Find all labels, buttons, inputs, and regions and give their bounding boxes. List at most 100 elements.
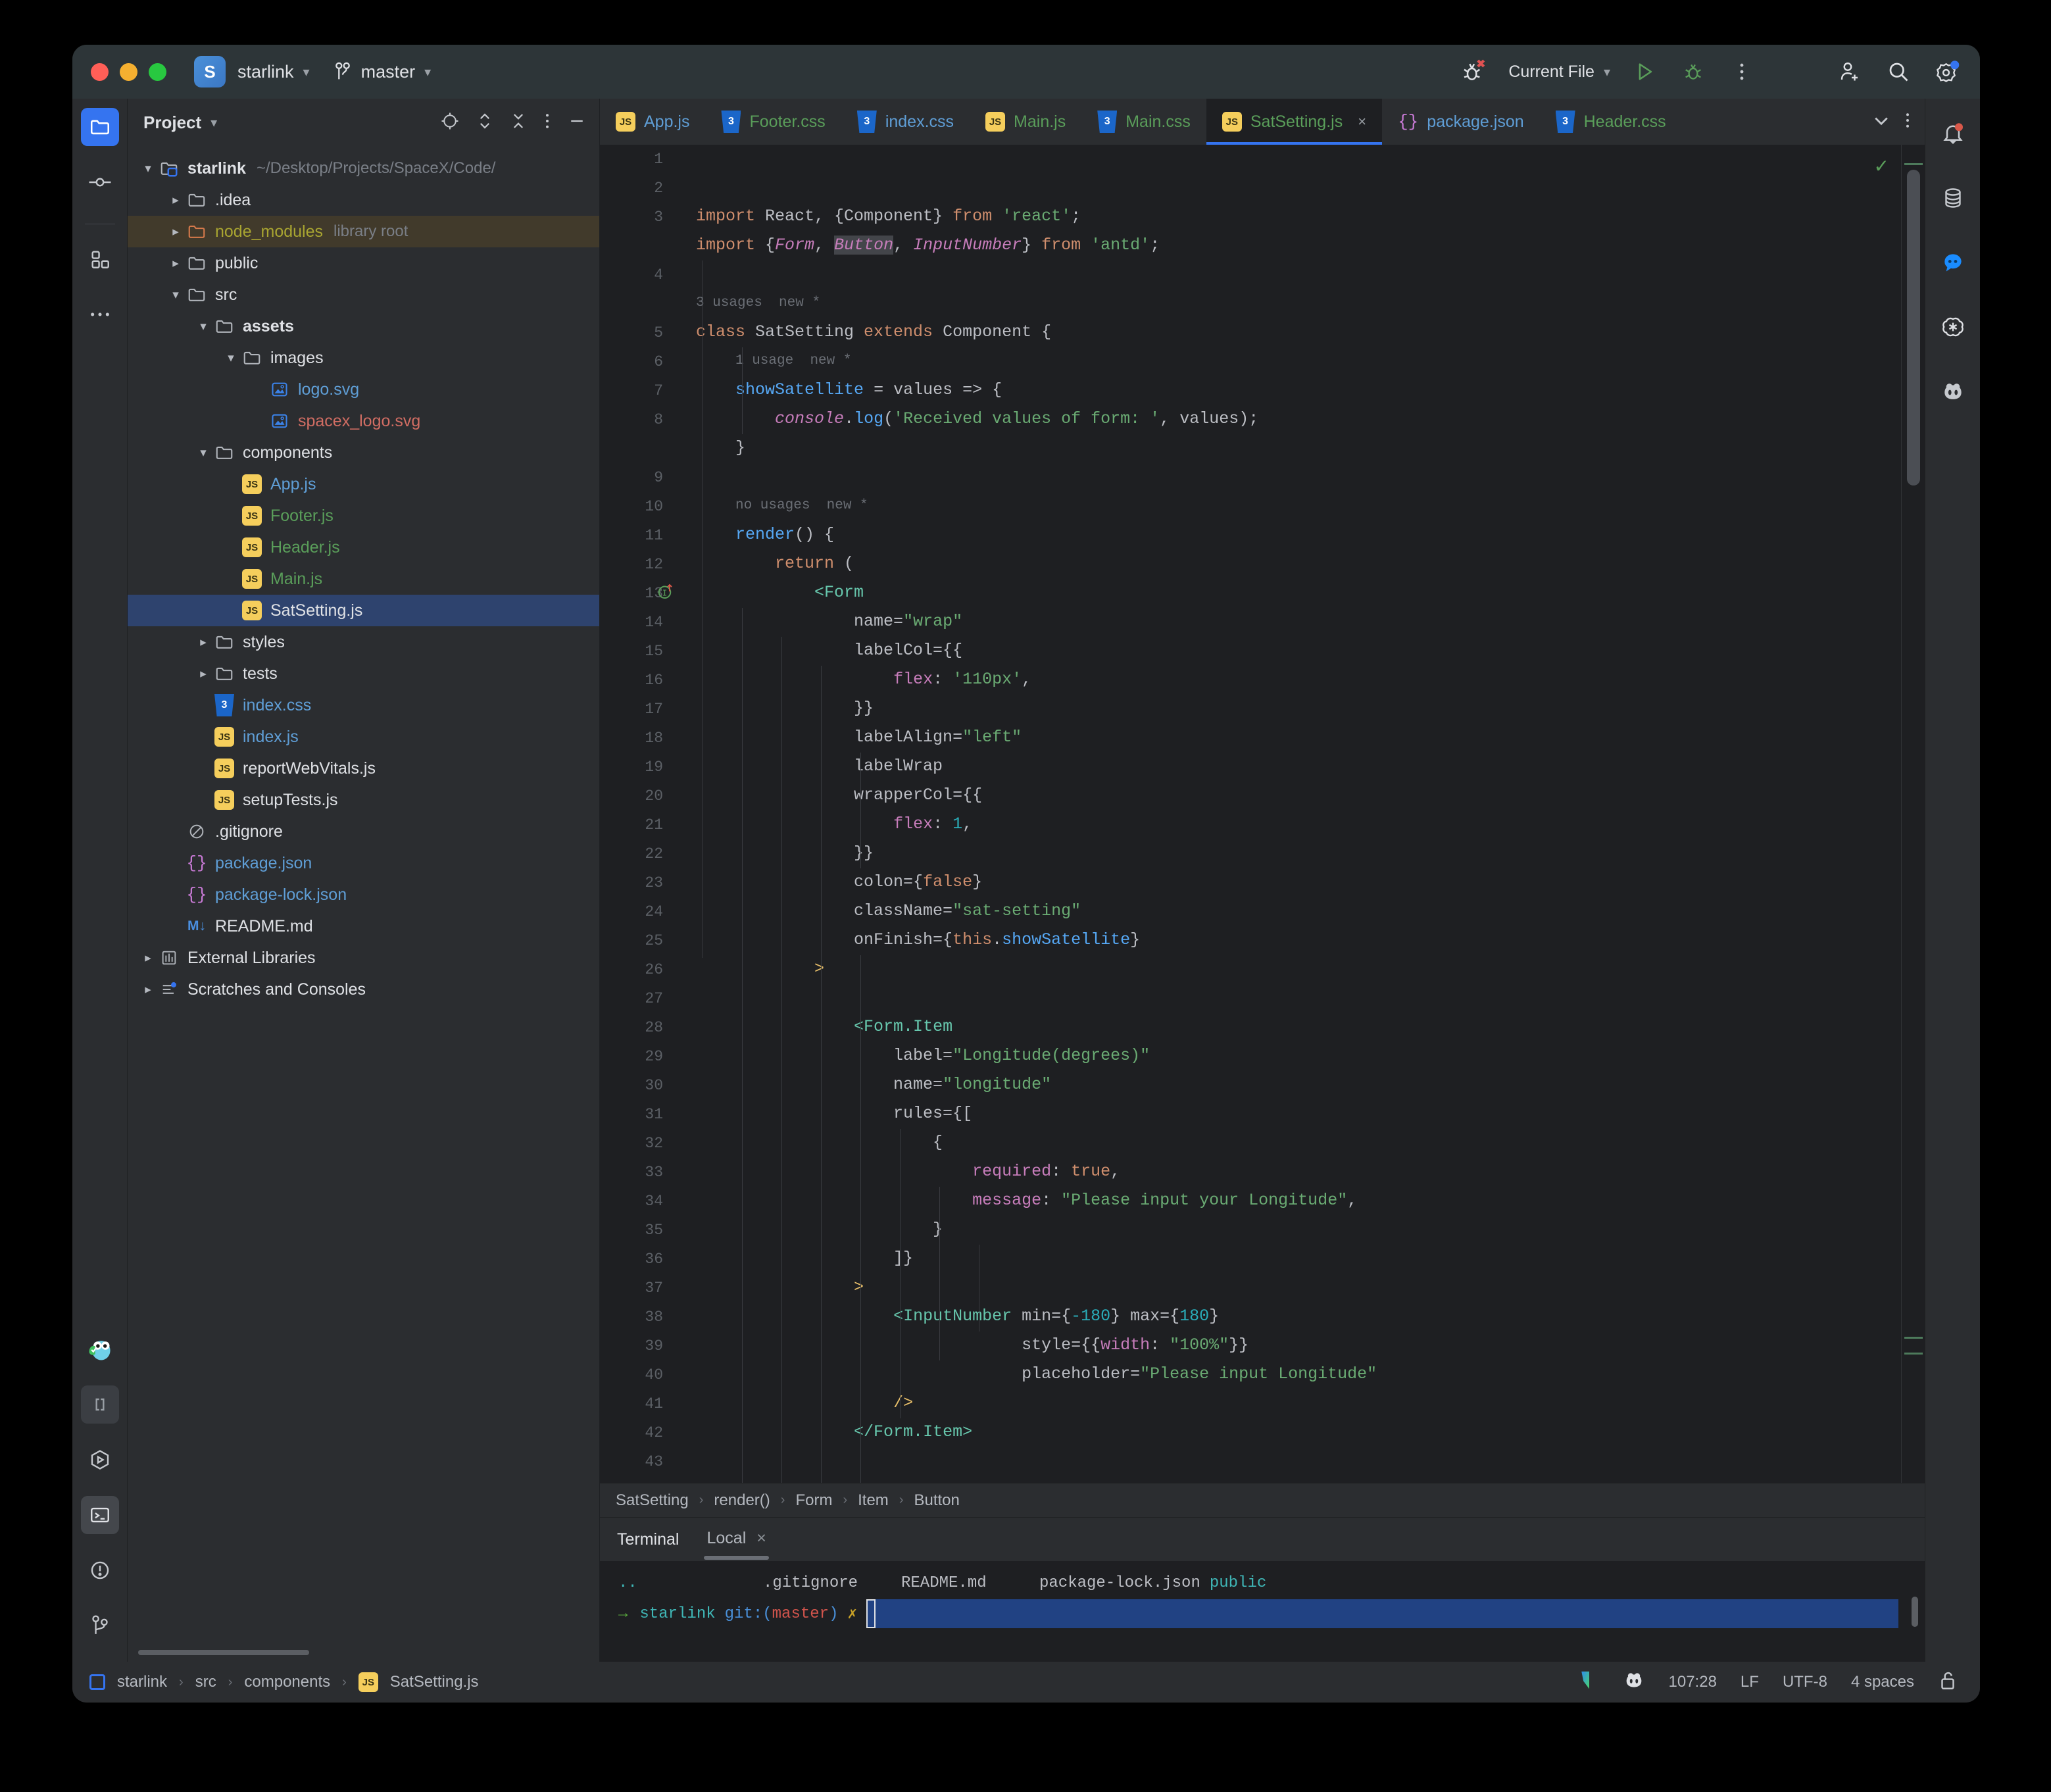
code-line[interactable]: } xyxy=(696,1215,1901,1244)
code-line[interactable]: <Form.Item xyxy=(696,1476,1901,1483)
more-vertical-icon[interactable] xyxy=(1905,111,1910,134)
tree-item-external-libraries[interactable]: ▸External Libraries xyxy=(128,942,599,974)
chevron-down-icon[interactable]: ▾ xyxy=(195,445,212,460)
tab-main-css[interactable]: 3Main.css xyxy=(1081,99,1206,145)
code-line[interactable]: /> xyxy=(696,1389,1901,1418)
code-line[interactable]: colon={false} xyxy=(696,868,1901,897)
code-line[interactable]: <InputNumber min={-180} max={180} xyxy=(696,1302,1901,1331)
code-content[interactable]: import React, {Component} from 'react';i… xyxy=(674,145,1901,1483)
code-line[interactable]: <Form xyxy=(696,578,1901,607)
lock-open-icon[interactable] xyxy=(1938,1669,1958,1696)
database-icon[interactable] xyxy=(1934,179,1972,217)
code-line[interactable] xyxy=(696,462,1901,491)
code-line[interactable]: } xyxy=(696,434,1901,462)
code-line[interactable]: import {Form, Button, InputNumber} from … xyxy=(696,231,1901,260)
tree-item-readme-md[interactable]: M↓README.md xyxy=(128,910,599,942)
code-line[interactable]: > xyxy=(696,1273,1901,1302)
more-vertical-icon[interactable] xyxy=(1727,57,1756,86)
breadcrumb-item[interactable]: Form xyxy=(795,1491,832,1510)
code-line[interactable]: { xyxy=(696,1128,1901,1157)
chevron-down-icon[interactable]: ▾ xyxy=(222,351,239,366)
vim-icon[interactable] xyxy=(1579,1670,1599,1695)
code-line[interactable]: flex: '110px', xyxy=(696,665,1901,694)
breadcrumb-item[interactable]: Button xyxy=(914,1491,959,1510)
breadcrumb-item[interactable]: SatSetting xyxy=(616,1491,689,1510)
minimize-window-button[interactable] xyxy=(120,63,137,81)
sidebar-item-more[interactable] xyxy=(81,295,119,334)
code-line[interactable] xyxy=(696,1447,1901,1476)
code-line[interactable]: showSatellite = values => { xyxy=(696,376,1901,405)
code-line[interactable]: import React, {Component} from 'react'; xyxy=(696,202,1901,231)
chevron-right-icon[interactable]: ▸ xyxy=(167,224,184,239)
code-vision-hint[interactable]: 1 usage new * xyxy=(696,347,1901,376)
tab-index-css[interactable]: 3index.css xyxy=(841,99,970,145)
sidebar-item-services[interactable] xyxy=(81,1441,119,1479)
caret-position[interactable]: 107:28 xyxy=(1669,1673,1717,1691)
project-tree[interactable]: ▾starlink~/Desktop/Projects/SpaceX/Code/… xyxy=(128,146,599,1650)
tab-main-js[interactable]: JSMain.js xyxy=(970,99,1081,145)
tree-item-main-js[interactable]: JSMain.js xyxy=(128,563,599,595)
tree-item-scratches-and-consoles[interactable]: ▸Scratches and Consoles xyxy=(128,974,599,1005)
line-separator[interactable]: LF xyxy=(1741,1673,1759,1691)
code-line[interactable] xyxy=(696,260,1901,289)
code-line[interactable]: name="wrap" xyxy=(696,607,1901,636)
editor-tab-bar[interactable]: JSApp.js3Footer.css3index.cssJSMain.js3M… xyxy=(600,99,1925,145)
openai-icon[interactable] xyxy=(1934,308,1972,346)
code-line[interactable]: flex: 1, xyxy=(696,810,1901,839)
branch-selector[interactable]: master ▾ xyxy=(334,61,432,82)
chevron-down-icon[interactable] xyxy=(1872,111,1890,133)
code-line[interactable]: label="Longitude(degrees)" xyxy=(696,1041,1901,1070)
tree-item-tests[interactable]: ▸tests xyxy=(128,658,599,689)
tree-item-components[interactable]: ▾components xyxy=(128,437,599,468)
status-breadcrumb-1[interactable]: src xyxy=(195,1673,216,1691)
file-encoding[interactable]: UTF-8 xyxy=(1783,1673,1827,1691)
breadcrumb-item[interactable]: Item xyxy=(858,1491,889,1510)
terminal-tab-local[interactable]: Local × xyxy=(706,1529,766,1551)
chevron-down-icon[interactable]: ▾ xyxy=(139,161,157,176)
chevron-right-icon[interactable]: ▸ xyxy=(139,982,157,997)
sidebar-item-go-plugin[interactable] xyxy=(81,1330,119,1368)
tab-satsetting-js[interactable]: JSSatSetting.js× xyxy=(1206,99,1382,145)
code-line[interactable]: placeholder="Please input Longitude" xyxy=(696,1360,1901,1389)
sidebar-item-terminal[interactable] xyxy=(81,1496,119,1534)
code-line[interactable]: message: "Please input your Longitude", xyxy=(696,1186,1901,1215)
tree-item-footer-js[interactable]: JSFooter.js xyxy=(128,500,599,532)
project-panel-scrollbar[interactable] xyxy=(128,1650,599,1662)
run-method-gutter-icon[interactable]: I xyxy=(656,582,674,599)
code-line[interactable]: }} xyxy=(696,839,1901,868)
breadcrumb-item[interactable]: render() xyxy=(714,1491,770,1510)
notifications-bell-icon[interactable] xyxy=(1934,114,1972,153)
chevron-right-icon[interactable]: ▸ xyxy=(167,193,184,208)
code-line[interactable]: console.log('Received values of form: ',… xyxy=(696,405,1901,434)
chevron-right-icon[interactable]: ▸ xyxy=(167,256,184,271)
tab-header-css[interactable]: 3Header.css xyxy=(1540,99,1682,145)
collapse-all-icon[interactable] xyxy=(510,111,527,134)
code-line[interactable]: }} xyxy=(696,694,1901,723)
status-breadcrumb-3[interactable]: SatSetting.js xyxy=(390,1673,479,1691)
code-line[interactable]: labelWrap xyxy=(696,752,1901,781)
chat-bubble-icon[interactable] xyxy=(1934,243,1972,282)
code-line[interactable]: className="sat-setting" xyxy=(696,897,1901,926)
debug-error-icon[interactable]: ✖ xyxy=(1460,57,1489,86)
tree-item-src[interactable]: ▾src xyxy=(128,279,599,311)
tree-item-index-css[interactable]: 3index.css xyxy=(128,689,599,721)
tree-item-package-lock-json[interactable]: {}package-lock.json xyxy=(128,879,599,910)
tree-item-styles[interactable]: ▸styles xyxy=(128,626,599,658)
code-line[interactable]: </Form.Item> xyxy=(696,1418,1901,1447)
code-line[interactable]: wrapperCol={{ xyxy=(696,781,1901,810)
inspection-status-icon[interactable]: ✓ xyxy=(1874,155,1889,177)
tree-item-package-json[interactable]: {}package.json xyxy=(128,847,599,879)
code-vision-hint[interactable]: 3 usages new * xyxy=(696,289,1901,318)
editor-breadcrumb[interactable]: SatSetting›render()›Form›Item›Button xyxy=(600,1483,1925,1517)
tree-item-reportwebvitals-js[interactable]: JSreportWebVitals.js xyxy=(128,753,599,784)
run-configuration-selector[interactable]: Current File ▾ xyxy=(1508,62,1610,82)
code-line[interactable]: ]} xyxy=(696,1244,1901,1273)
code-line[interactable]: name="longitude" xyxy=(696,1070,1901,1099)
code-editor[interactable]: 123 4 5678 91011121314151617181920212223… xyxy=(600,145,1925,1483)
tab-app-js[interactable]: JSApp.js xyxy=(600,99,705,145)
terminal-scrollbar[interactable] xyxy=(1912,1597,1918,1627)
tree-item-images[interactable]: ▾images xyxy=(128,342,599,374)
tab-footer-css[interactable]: 3Footer.css xyxy=(705,99,841,145)
tree-item-logo-svg[interactable]: logo.svg xyxy=(128,374,599,405)
tree-item--gitignore[interactable]: .gitignore xyxy=(128,816,599,847)
